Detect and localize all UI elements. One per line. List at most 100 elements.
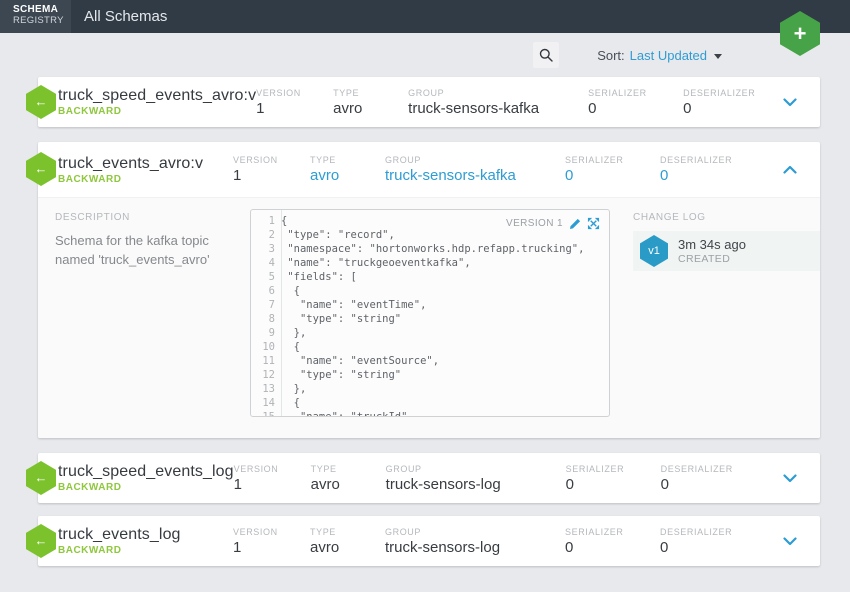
group-value: truck-sensors-kafka bbox=[385, 167, 565, 184]
deserializer-label: DESERIALIZER bbox=[683, 88, 760, 98]
group-field: GROUP truck-sensors-log bbox=[386, 464, 566, 493]
line-number: 9 bbox=[251, 326, 281, 340]
serializer-field: SERIALIZER 0 bbox=[565, 155, 660, 184]
code-line: "type": "string" bbox=[281, 368, 401, 382]
type-value: avro bbox=[311, 476, 386, 493]
code-line: "type": "record", bbox=[281, 228, 395, 242]
deserializer-value: 0 bbox=[683, 100, 760, 117]
changelog-label: CHANGE LOG bbox=[633, 212, 820, 223]
type-label: TYPE bbox=[310, 155, 385, 165]
group-label: GROUP bbox=[385, 527, 565, 537]
group-value: truck-sensors-log bbox=[385, 539, 565, 556]
schema-card-header[interactable]: truck_events_avro:v BACKWARD VERSION 1 T… bbox=[38, 142, 820, 197]
changelog-section: CHANGE LOG v1 3m 34s ago CREATED bbox=[633, 212, 820, 271]
version-value: 1 bbox=[256, 100, 333, 117]
edit-schema-button[interactable] bbox=[569, 218, 581, 230]
compatibility-badge: BACKWARD bbox=[58, 106, 256, 117]
type-value: avro bbox=[333, 100, 408, 117]
version-value: 1 bbox=[234, 476, 311, 493]
sort-label: Sort: bbox=[597, 48, 624, 63]
serializer-field: SERIALIZER 0 bbox=[566, 464, 661, 493]
line-number: 13 bbox=[251, 382, 281, 396]
version-label: VERSION bbox=[233, 527, 310, 537]
schema-name: truck_events_log bbox=[58, 526, 233, 544]
code-line: "type": "string" bbox=[281, 312, 401, 326]
deserializer-label: DESERIALIZER bbox=[660, 155, 760, 165]
code-version-bar: VERSION 1 bbox=[506, 217, 600, 230]
gutter-divider bbox=[281, 210, 282, 416]
type-label: TYPE bbox=[333, 88, 408, 98]
code-line: { bbox=[281, 284, 300, 298]
expand-card-button[interactable] bbox=[760, 516, 820, 566]
changelog-texts: 3m 34s ago CREATED bbox=[678, 237, 746, 265]
schema-name: truck_events_avro:v bbox=[58, 155, 233, 173]
serializer-label: SERIALIZER bbox=[566, 464, 661, 474]
collapse-card-button[interactable] bbox=[760, 142, 820, 197]
group-value: truck-sensors-log bbox=[386, 476, 566, 493]
fullscreen-button[interactable] bbox=[587, 217, 600, 230]
schema-card-header[interactable]: truck_speed_events_avro:v BACKWARD VERSI… bbox=[38, 77, 820, 127]
schema-card-header[interactable]: truck_events_log BACKWARD VERSION 1 TYPE… bbox=[38, 516, 820, 566]
line-number: 3 bbox=[251, 242, 281, 256]
schema-code-viewer: 1 { 2 "type": "record", 3 "namespace": "h… bbox=[250, 209, 610, 417]
serializer-value: 0 bbox=[565, 167, 660, 184]
version-field: VERSION 1 bbox=[234, 464, 311, 493]
page-title: All Schemas bbox=[84, 8, 167, 25]
chevron-down-icon bbox=[783, 474, 797, 483]
type-field: TYPE avro bbox=[333, 88, 408, 117]
line-number: 7 bbox=[251, 298, 281, 312]
type-field: TYPE avro bbox=[310, 155, 385, 184]
code-line: "namespace": "hortonworks.hdp.refapp.tru… bbox=[281, 242, 584, 256]
line-number: 2 bbox=[251, 228, 281, 242]
deserializer-field: DESERIALIZER 0 bbox=[683, 88, 760, 117]
version-value: 1 bbox=[233, 167, 310, 184]
version-hexagon-badge: v1 bbox=[640, 235, 668, 267]
sort-dropdown[interactable]: Sort: Last Updated bbox=[597, 48, 722, 63]
group-label: GROUP bbox=[386, 464, 566, 474]
schema-name: truck_speed_events_log bbox=[58, 463, 234, 481]
app-logo[interactable]: SCHEMA REGISTRY bbox=[0, 0, 71, 33]
compatibility-badge: BACKWARD bbox=[58, 482, 234, 493]
code-line: "fields": [ bbox=[281, 270, 357, 284]
type-field: TYPE avro bbox=[311, 464, 386, 493]
schema-name-block: truck_speed_events_log BACKWARD bbox=[58, 463, 234, 493]
line-number: 8 bbox=[251, 312, 281, 326]
schema-card: ← truck_speed_events_avro:v BACKWARD VER… bbox=[38, 77, 820, 127]
changelog-entry: v1 3m 34s ago CREATED bbox=[633, 231, 820, 271]
code-version-label: VERSION 1 bbox=[506, 218, 563, 229]
line-number: 10 bbox=[251, 340, 281, 354]
line-number: 11 bbox=[251, 354, 281, 368]
deserializer-field: DESERIALIZER 0 bbox=[660, 155, 760, 184]
changelog-action: CREATED bbox=[678, 253, 746, 265]
expand-arrows-icon bbox=[587, 217, 600, 230]
serializer-field: SERIALIZER 0 bbox=[588, 88, 683, 117]
pencil-icon bbox=[569, 218, 581, 230]
schema-card: ← truck_events_log BACKWARD VERSION 1 TY… bbox=[38, 516, 820, 566]
version-field: VERSION 1 bbox=[256, 88, 333, 117]
toolbar: Sort: Last Updated bbox=[0, 33, 850, 77]
line-number: 14 bbox=[251, 396, 281, 410]
version-value: 1 bbox=[233, 539, 310, 556]
line-number: 12 bbox=[251, 368, 281, 382]
code-line: }, bbox=[281, 382, 306, 396]
search-button[interactable] bbox=[533, 42, 559, 68]
expand-card-button[interactable] bbox=[760, 453, 820, 503]
line-number: 1 bbox=[251, 214, 281, 228]
compatibility-badge: BACKWARD bbox=[58, 545, 233, 556]
compatibility-badge: BACKWARD bbox=[58, 174, 233, 185]
deserializer-field: DESERIALIZER 0 bbox=[660, 527, 760, 556]
schema-card-header[interactable]: truck_speed_events_log BACKWARD VERSION … bbox=[38, 453, 820, 503]
changelog-time: 3m 34s ago bbox=[678, 237, 746, 252]
serializer-label: SERIALIZER bbox=[565, 155, 660, 165]
description-text: Schema for the kafka topic named 'truck_… bbox=[55, 232, 247, 270]
serializer-field: SERIALIZER 0 bbox=[565, 527, 660, 556]
type-label: TYPE bbox=[310, 527, 385, 537]
type-field: TYPE avro bbox=[310, 527, 385, 556]
expand-card-button[interactable] bbox=[760, 77, 820, 127]
schema-name-block: truck_events_log BACKWARD bbox=[58, 526, 233, 556]
group-label: GROUP bbox=[408, 88, 588, 98]
group-label: GROUP bbox=[385, 155, 565, 165]
version-label: VERSION bbox=[234, 464, 311, 474]
code-line: "name": "eventTime", bbox=[281, 298, 426, 312]
type-value: avro bbox=[310, 539, 385, 556]
